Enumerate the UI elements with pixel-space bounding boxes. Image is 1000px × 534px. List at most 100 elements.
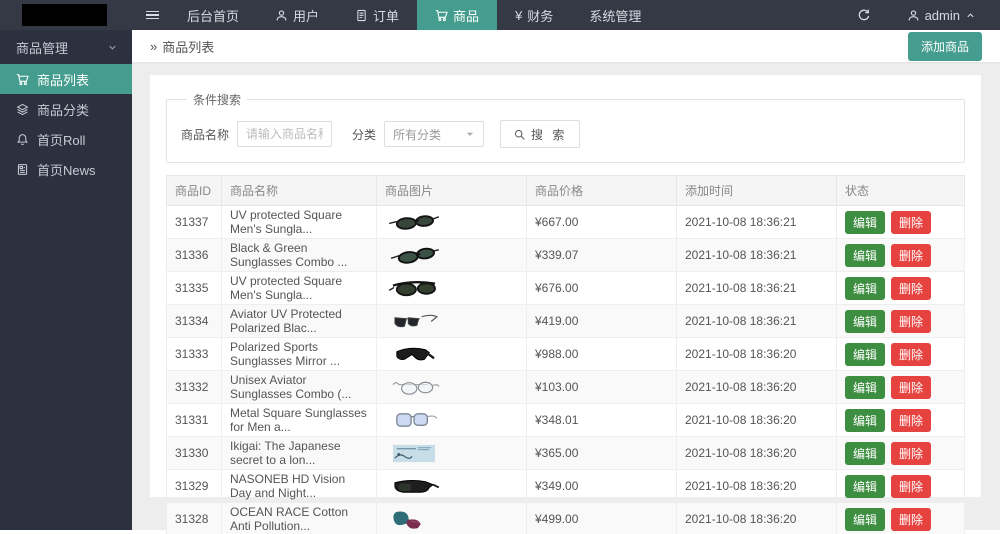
cell-status: 编辑删除	[837, 404, 965, 437]
cell-product-id: 31330	[167, 437, 222, 470]
product-image	[385, 212, 518, 233]
nav-item-后台首页[interactable]: 后台首页	[169, 0, 257, 30]
edit-button[interactable]: 编辑	[845, 442, 885, 465]
cell-add-time: 2021-10-08 18:36:20	[677, 503, 837, 534]
search-legend: 条件搜索	[187, 91, 247, 108]
cell-product-price: ¥667.00	[527, 206, 677, 239]
edit-button[interactable]: 编辑	[845, 376, 885, 399]
refresh-icon	[857, 8, 871, 22]
nav-items: 后台首页用户订单商品¥财务系统管理	[169, 0, 659, 30]
news-icon	[16, 163, 29, 176]
edit-button[interactable]: 编辑	[845, 343, 885, 366]
table-row: 31330Ikigai: The Japanese secret to a lo…	[167, 437, 965, 470]
header-product-id: 商品ID	[167, 176, 222, 206]
cell-product-name: NASONEB HD Vision Day and Night...	[222, 470, 377, 503]
nav-item-财务[interactable]: ¥财务	[497, 0, 571, 30]
product-table: 商品ID 商品名称 商品图片 商品价格 添加时间 状态 31337UV prot…	[166, 175, 965, 534]
cell-status: 编辑删除	[837, 503, 965, 534]
cell-product-id: 31336	[167, 239, 222, 272]
content-card: 条件搜索 商品名称 分类 所有分类	[150, 75, 981, 497]
cell-add-time: 2021-10-08 18:36:20	[677, 338, 837, 371]
add-product-button[interactable]: 添加商品	[908, 32, 982, 61]
delete-button[interactable]: 删除	[891, 442, 931, 465]
delete-button[interactable]: 删除	[891, 475, 931, 498]
header-status: 状态	[837, 176, 965, 206]
search-button[interactable]: 搜 索	[500, 120, 580, 148]
category-select-value: 所有分类	[393, 126, 441, 143]
user-icon	[275, 9, 288, 22]
table-row: 31333Polarized Sports Sunglasses Mirror …	[167, 338, 965, 371]
cell-status: 编辑删除	[837, 272, 965, 305]
product-name-input[interactable]	[237, 121, 332, 147]
cell-add-time: 2021-10-08 18:36:20	[677, 470, 837, 503]
delete-button[interactable]: 删除	[891, 244, 931, 267]
category-select[interactable]: 所有分类	[384, 121, 484, 147]
chevron-up-icon	[965, 10, 976, 21]
cell-add-time: 2021-10-08 18:36:21	[677, 239, 837, 272]
cell-add-time: 2021-10-08 18:36:20	[677, 371, 837, 404]
sidebar-item-label: 商品分类	[37, 100, 89, 119]
product-image	[385, 245, 518, 266]
cell-product-name: Ikigai: The Japanese secret to a lon...	[222, 437, 377, 470]
delete-button[interactable]: 删除	[891, 343, 931, 366]
delete-button[interactable]: 删除	[891, 409, 931, 432]
cell-product-price: ¥349.00	[527, 470, 677, 503]
delete-button[interactable]: 删除	[891, 310, 931, 333]
hamburger-icon[interactable]	[135, 0, 169, 30]
delete-button[interactable]: 删除	[891, 277, 931, 300]
edit-button[interactable]: 编辑	[845, 409, 885, 432]
product-image	[385, 476, 518, 497]
nav-item-订单[interactable]: 订单	[337, 0, 417, 30]
cell-product-id: 31328	[167, 503, 222, 534]
cell-add-time: 2021-10-08 18:36:20	[677, 437, 837, 470]
cell-product-name: Polarized Sports Sunglasses Mirror ...	[222, 338, 377, 371]
sidebar-group-products[interactable]: 商品管理	[0, 30, 132, 64]
cell-product-image	[377, 503, 527, 534]
cell-product-name: Unisex Aviator Sunglasses Combo (...	[222, 371, 377, 404]
user-menu[interactable]: admin	[889, 0, 1000, 30]
refresh-button[interactable]	[839, 0, 889, 30]
table-row: 31328OCEAN RACE Cotton Anti Pollution...…	[167, 503, 965, 534]
product-image	[385, 410, 518, 431]
site-logo	[22, 4, 107, 26]
delete-button[interactable]: 删除	[891, 376, 931, 399]
cell-product-id: 31332	[167, 371, 222, 404]
sidebar-items: 商品列表商品分类首页Roll首页News	[0, 64, 132, 184]
edit-button[interactable]: 编辑	[845, 277, 885, 300]
cell-add-time: 2021-10-08 18:36:21	[677, 305, 837, 338]
header-add-time: 添加时间	[677, 176, 837, 206]
cart-icon	[16, 73, 29, 86]
table-row: 31336Black & Green Sunglasses Combo ...¥…	[167, 239, 965, 272]
cell-product-image	[377, 470, 527, 503]
edit-button[interactable]: 编辑	[845, 244, 885, 267]
cell-product-id: 31333	[167, 338, 222, 371]
cell-add-time: 2021-10-08 18:36:20	[677, 404, 837, 437]
sidebar-item-label: 商品列表	[37, 70, 89, 89]
nav-item-系统管理[interactable]: 系统管理	[571, 0, 659, 30]
edit-button[interactable]: 编辑	[845, 508, 885, 531]
cell-product-name: Black & Green Sunglasses Combo ...	[222, 239, 377, 272]
sidebar-item-商品列表[interactable]: 商品列表	[0, 64, 132, 94]
product-image	[385, 377, 518, 398]
sidebar-item-首页News[interactable]: 首页News	[0, 154, 132, 184]
cell-product-image	[377, 206, 527, 239]
edit-button[interactable]: 编辑	[845, 310, 885, 333]
sidebar-item-首页Roll[interactable]: 首页Roll	[0, 124, 132, 154]
table-header-row: 商品ID 商品名称 商品图片 商品价格 添加时间 状态	[167, 176, 965, 206]
nav-item-用户[interactable]: 用户	[257, 0, 337, 30]
breadcrumb-label: 商品列表	[162, 37, 214, 56]
delete-button[interactable]: 删除	[891, 211, 931, 234]
header-product-price: 商品价格	[527, 176, 677, 206]
sidebar-item-商品分类[interactable]: 商品分类	[0, 94, 132, 124]
cell-product-id: 31337	[167, 206, 222, 239]
cell-product-name: Metal Square Sunglasses for Men a...	[222, 404, 377, 437]
delete-button[interactable]: 删除	[891, 508, 931, 531]
cell-product-name: Aviator UV Protected Polarized Blac...	[222, 305, 377, 338]
table-row: 31335UV protected Square Men's Sungla...…	[167, 272, 965, 305]
edit-button[interactable]: 编辑	[845, 211, 885, 234]
edit-button[interactable]: 编辑	[845, 475, 885, 498]
cell-product-id: 31335	[167, 272, 222, 305]
caret-down-icon	[465, 129, 475, 139]
cell-product-price: ¥988.00	[527, 338, 677, 371]
nav-item-商品[interactable]: 商品	[417, 0, 497, 30]
